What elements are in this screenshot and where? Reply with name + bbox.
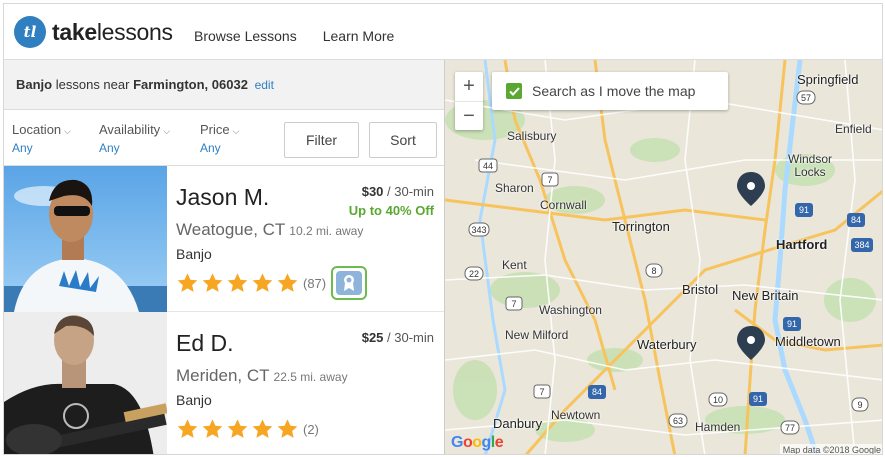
map-label: Springfield xyxy=(797,72,859,87)
route-shield: 7 xyxy=(511,299,516,309)
map-label: Kent xyxy=(502,258,527,272)
google-logo: Google xyxy=(451,434,504,451)
route-shield: 22 xyxy=(469,269,479,279)
results-panel: Banjo lessons near Farmington, 06032 edi… xyxy=(4,60,445,454)
chevron-down-icon: ⌵ xyxy=(64,126,71,136)
teacher-card[interactable]: Ed D. Meriden, CT 22.5 mi. away Banjo $25… xyxy=(4,312,444,454)
star-icon xyxy=(277,419,298,438)
availability-dropdown[interactable]: Availability ⌵ Any xyxy=(99,122,170,155)
zoom-control: + − xyxy=(455,72,483,130)
route-shield: 84 xyxy=(851,215,861,225)
logo-mark: tl xyxy=(14,16,46,48)
star-icon xyxy=(227,419,248,438)
route-shield: 91 xyxy=(753,394,763,404)
filter-bar: Location ⌵ Any Availability ⌵ Any Price ⌵ A… xyxy=(4,110,444,166)
teacher-price: $25 / 30-min xyxy=(361,330,434,345)
star-icon xyxy=(202,419,223,438)
star-icon xyxy=(177,273,198,292)
nav-learn-more[interactable]: Learn More xyxy=(323,28,395,44)
route-shield: 7 xyxy=(547,175,552,185)
top-header: tl takelessons Browse Lessons Learn More xyxy=(4,4,882,60)
teacher-photo[interactable] xyxy=(4,312,167,454)
review-count[interactable]: (2) xyxy=(303,422,319,437)
search-as-move-label: Search as I move the map xyxy=(532,83,696,99)
search-instrument: Banjo xyxy=(16,77,53,92)
route-shield: 10 xyxy=(713,395,723,405)
map-label: Danbury xyxy=(493,416,543,431)
map-attribution[interactable]: Map data ©2018 Google xyxy=(779,444,882,454)
map-label: Middletown xyxy=(775,334,841,349)
ribbon-award-icon xyxy=(336,271,362,295)
route-shield: 7 xyxy=(539,387,544,397)
star-rating: (2) xyxy=(176,418,319,440)
search-location-bar: Banjo lessons near Farmington, 06032 edi… xyxy=(4,60,444,110)
route-shield: 91 xyxy=(787,319,797,329)
chevron-down-icon: ⌵ xyxy=(232,126,240,136)
teacher-instrument: Banjo xyxy=(176,246,212,262)
star-icon xyxy=(252,419,273,438)
map-label: Salisbury xyxy=(507,129,557,143)
nav-browse-lessons[interactable]: Browse Lessons xyxy=(194,28,297,44)
teacher-instrument: Banjo xyxy=(176,392,212,408)
map-label: Hamden xyxy=(695,420,741,434)
teacher-price: $30 / 30-min xyxy=(361,184,434,199)
map-label: Washington xyxy=(539,303,602,317)
teacher-photo[interactable] xyxy=(4,166,167,312)
main-nav: Browse Lessons Learn More xyxy=(194,28,394,44)
zoom-out-button[interactable]: − xyxy=(455,101,483,130)
route-shield: 384 xyxy=(854,240,869,250)
teacher-card[interactable]: Jason M. Weatogue, CT 10.2 mi. away Banjo… xyxy=(4,166,444,312)
award-badge[interactable] xyxy=(331,266,367,300)
map-label: New Britain xyxy=(732,288,799,303)
route-shield: 77 xyxy=(785,423,795,433)
route-shield: 91 xyxy=(799,205,809,215)
promo-badge: Up to 40% Off xyxy=(348,203,434,218)
page: tl takelessons Browse Lessons Learn More… xyxy=(3,3,883,455)
filter-button[interactable]: Filter xyxy=(284,122,359,158)
results-map[interactable]: 57 44 7 343 8 22 7 7 84 91 84 384 91 91 … xyxy=(445,60,882,454)
star-icon xyxy=(277,273,298,292)
star-rating: (87) xyxy=(176,272,326,294)
sort-button[interactable]: Sort xyxy=(369,122,437,158)
route-shield: 57 xyxy=(801,93,811,103)
edit-location-link[interactable]: edit xyxy=(255,78,274,92)
review-count[interactable]: (87) xyxy=(303,276,326,291)
map-label: Torrington xyxy=(612,219,670,234)
star-icon xyxy=(252,273,273,292)
zoom-in-button[interactable]: + xyxy=(455,72,483,101)
search-as-move-toggle[interactable]: Search as I move the map xyxy=(492,72,728,110)
star-icon xyxy=(177,419,198,438)
route-shield: 9 xyxy=(857,400,862,410)
chevron-down-icon: ⌵ xyxy=(163,126,171,136)
map-label: Newtown xyxy=(551,408,601,422)
route-shield: 84 xyxy=(592,387,602,397)
map-label: Bristol xyxy=(682,282,719,297)
teacher-location: Meriden, CT 22.5 mi. away xyxy=(176,366,348,385)
route-shield: 63 xyxy=(673,416,683,426)
teacher-distance: 22.5 mi. away xyxy=(273,370,348,384)
teacher-name[interactable]: Jason M. xyxy=(176,184,269,211)
price-dropdown[interactable]: Price ⌵ Any xyxy=(200,122,239,155)
teacher-name[interactable]: Ed D. xyxy=(176,330,234,357)
map-label: New Milford xyxy=(505,328,569,342)
teacher-location: Weatogue, CT 10.2 mi. away xyxy=(176,220,364,239)
star-icon xyxy=(202,273,223,292)
logo-wordmark: takelessons xyxy=(52,18,173,45)
route-shield: 343 xyxy=(471,225,486,235)
map-label: Windsor Locks xyxy=(788,152,833,179)
search-place: Farmington, 06032 xyxy=(133,77,248,92)
star-icon xyxy=(227,273,248,292)
map-label: Enfield xyxy=(835,122,872,136)
map-label: Cornwall xyxy=(540,198,587,212)
route-shield: 44 xyxy=(483,161,493,171)
map-label: Waterbury xyxy=(637,337,697,352)
checkbox-checked-icon[interactable] xyxy=(506,83,522,99)
map-label: Hartford xyxy=(776,237,828,252)
takelessons-logo[interactable]: tl takelessons xyxy=(14,16,173,48)
route-shield: 8 xyxy=(651,266,656,276)
map-label: Sharon xyxy=(495,181,534,195)
location-dropdown[interactable]: Location ⌵ Any xyxy=(12,122,71,155)
teacher-distance: 10.2 mi. away xyxy=(289,224,364,238)
